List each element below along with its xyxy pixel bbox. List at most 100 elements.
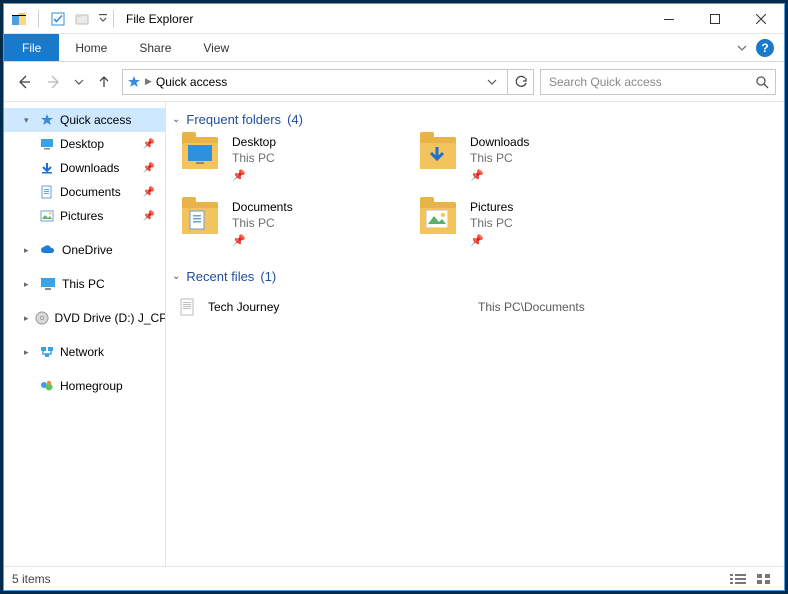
pin-icon: 📌 [143,163,155,174]
tab-share[interactable]: Share [123,34,187,61]
ribbon-tabs: File Home Share View ? [4,34,784,62]
search-input[interactable] [547,74,755,90]
help-button[interactable]: ? [756,39,774,57]
pin-icon: 📌 [232,169,276,182]
sidebar-item-label: Desktop [60,137,104,151]
chevron-down-icon[interactable]: ⌄ [172,271,180,282]
navigation-bar: ▶ Quick access [4,62,784,102]
folder-name: Downloads [470,135,529,149]
sidebar-item-label: Homegroup [60,379,123,393]
search-icon[interactable] [755,75,769,89]
forward-button[interactable] [42,70,66,94]
sidebar-item-pictures[interactable]: Pictures 📌 [4,204,165,228]
app-icon[interactable] [10,10,28,28]
sidebar-item-label: Pictures [60,209,103,223]
recent-locations-dropdown-icon[interactable] [72,70,86,94]
quick-access-star-icon [40,113,54,127]
pin-icon: 📌 [143,187,155,198]
sidebar-item-quick-access[interactable]: ▾ Quick access [4,108,165,132]
file-explorer-window: File Explorer File Home Share View ? [3,3,785,591]
breadcrumb-quick-access[interactable]: Quick access [156,75,227,89]
qat-customise-dropdown-icon[interactable] [97,10,109,28]
folder-item-desktop[interactable]: Desktop This PC 📌 [178,135,408,182]
back-button[interactable] [12,70,36,94]
folder-item-downloads[interactable]: Downloads This PC 📌 [416,135,646,182]
folder-location: This PC [232,216,293,230]
document-icon [40,185,54,199]
sidebar-item-documents[interactable]: Documents 📌 [4,180,165,204]
homegroup-icon [40,379,54,393]
close-button[interactable] [738,4,784,34]
tab-file[interactable]: File [4,34,59,61]
navigation-pane[interactable]: ▾ Quick access Desktop 📌 Downloads 📌 Doc… [4,102,166,566]
quick-access-toolbar [4,10,109,28]
folder-name: Desktop [232,135,276,149]
chevron-right-icon[interactable]: ▸ [24,279,34,290]
sidebar-item-label: OneDrive [62,243,113,257]
sidebar-item-homegroup[interactable]: ▸ Homegroup [4,374,165,398]
section-title: Recent files [186,269,254,284]
folder-icon [416,200,460,240]
address-history-dropdown-icon[interactable] [481,77,503,87]
sidebar-item-desktop[interactable]: Desktop 📌 [4,132,165,156]
status-item-count: 5 items [12,572,51,586]
chevron-right-icon[interactable]: ▸ [24,347,34,358]
titlebar: File Explorer [4,4,784,34]
text-file-icon [178,298,198,316]
pin-icon: 📌 [470,169,529,182]
status-bar: 5 items [4,566,784,590]
body: ▾ Quick access Desktop 📌 Downloads 📌 Doc… [4,102,784,566]
sidebar-item-onedrive[interactable]: ▸ OneDrive [4,238,165,262]
pin-icon: 📌 [143,211,155,222]
recent-file-path: This PC\Documents [478,300,585,314]
desktop-icon [40,137,54,151]
onedrive-icon [40,244,56,256]
ribbon-expand-icon[interactable] [728,34,756,61]
folder-location: This PC [470,151,529,165]
chevron-down-icon[interactable]: ⌄ [172,114,180,125]
section-header-frequent-folders[interactable]: ⌄ Frequent folders (4) [172,112,772,127]
maximize-button[interactable] [692,4,738,34]
address-bar[interactable]: ▶ Quick access [122,69,508,95]
new-folder-qat-icon[interactable] [73,10,91,28]
folder-name: Documents [232,200,293,214]
quick-access-star-icon [127,75,141,89]
content-pane[interactable]: ⌄ Frequent folders (4) Desktop This PC 📌 [166,102,784,566]
chevron-right-icon[interactable]: ▸ [24,313,29,324]
chevron-down-icon[interactable]: ▾ [24,115,34,126]
sidebar-item-label: Documents [60,185,121,199]
chevron-right-icon[interactable]: ▸ [24,245,34,256]
sidebar-item-label: Network [60,345,104,359]
pin-icon: 📌 [232,234,293,247]
sidebar-item-this-pc[interactable]: ▸ This PC [4,272,165,296]
sidebar-item-dvd-drive[interactable]: ▸ DVD Drive (D:) J_CPRA [4,306,165,330]
folder-item-documents[interactable]: Documents This PC 📌 [178,200,408,247]
monitor-icon [40,277,56,291]
folder-item-pictures[interactable]: Pictures This PC 📌 [416,200,646,247]
tab-home[interactable]: Home [59,34,123,61]
folder-location: This PC [470,216,513,230]
folder-icon [178,135,222,175]
picture-icon [40,209,54,223]
chevron-right-icon[interactable]: ▶ [145,76,152,87]
minimize-button[interactable] [646,4,692,34]
network-icon [40,345,54,359]
large-icons-view-button[interactable] [752,570,776,588]
folder-location: This PC [232,151,276,165]
pin-icon: 📌 [470,234,513,247]
refresh-button[interactable] [508,69,534,95]
properties-qat-icon[interactable] [49,10,67,28]
section-count: (1) [260,269,276,284]
up-button[interactable] [92,70,116,94]
section-header-recent-files[interactable]: ⌄ Recent files (1) [172,269,772,284]
sidebar-item-downloads[interactable]: Downloads 📌 [4,156,165,180]
window-title: File Explorer [118,12,193,26]
tab-view[interactable]: View [187,34,245,61]
details-view-button[interactable] [726,570,750,588]
frequent-folders-grid: Desktop This PC 📌 Downloads This PC 📌 [178,135,772,247]
search-box[interactable] [540,69,776,95]
sidebar-item-network[interactable]: ▸ Network [4,340,165,364]
download-icon [40,161,54,175]
pin-icon: 📌 [143,139,155,150]
recent-file-item[interactable]: Tech Journey This PC\Documents [178,292,772,322]
